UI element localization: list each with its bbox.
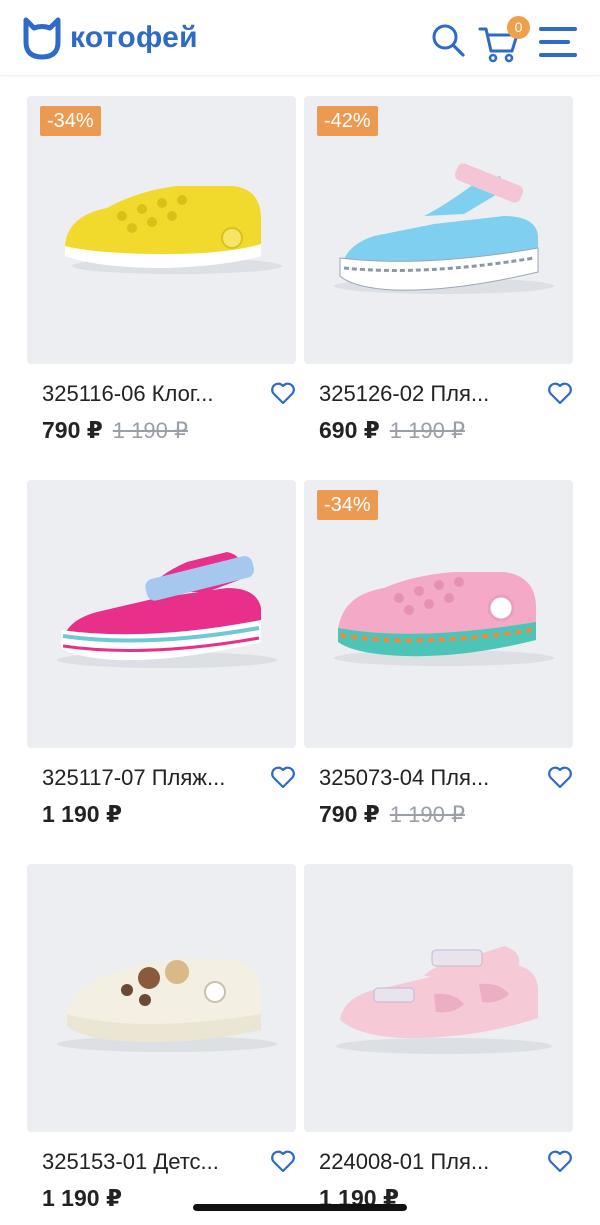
product-card[interactable]: 325153-01 Детс... 1 190 ₽ xyxy=(27,864,296,1225)
product-image[interactable]: -34% xyxy=(304,480,573,748)
heart-icon[interactable] xyxy=(269,1147,297,1175)
logo-cat-icon xyxy=(23,17,61,60)
old-price: 1 190 ₽ xyxy=(389,802,465,827)
heart-icon[interactable] xyxy=(546,763,574,791)
discount-badge: -34% xyxy=(317,490,378,520)
current-price: 790 ₽ xyxy=(319,801,380,827)
product-name[interactable]: 325153-01 Детс... xyxy=(42,1149,242,1175)
menu-icon[interactable] xyxy=(538,24,578,60)
pale-pink-sandal-image xyxy=(336,946,552,1054)
current-price: 1 190 ₽ xyxy=(42,801,122,827)
product-grid: -34% 325116-06 Клог... 790 ₽ 1 190 ₽ -42%… xyxy=(27,96,573,1225)
product-card[interactable]: -34% 325116-06 Клог... 790 ₽ 1 190 ₽ xyxy=(27,96,296,480)
product-name[interactable]: 325117-07 Пляж... xyxy=(42,765,242,791)
current-price: 1 190 ₽ xyxy=(42,1185,122,1211)
product-card[interactable]: -34% 325073-04 Пля... 790 ₽ 1 190 ₽ xyxy=(304,480,573,864)
heart-icon[interactable] xyxy=(546,1147,574,1175)
product-image[interactable] xyxy=(304,864,573,1132)
product-image[interactable] xyxy=(27,480,296,748)
product-image[interactable]: -42% xyxy=(304,96,573,364)
cart-count-badge: 0 xyxy=(507,16,530,39)
heart-icon[interactable] xyxy=(269,379,297,407)
heart-icon[interactable] xyxy=(269,763,297,791)
product-image[interactable] xyxy=(27,864,296,1132)
search-icon[interactable] xyxy=(430,22,468,60)
heart-icon[interactable] xyxy=(546,379,574,407)
yellow-clog-image xyxy=(65,186,282,274)
product-name[interactable]: 325126-02 Пля... xyxy=(319,381,519,407)
pink-sandal-image xyxy=(57,552,277,668)
cart-button[interactable]: 0 xyxy=(478,16,532,64)
light-pink-clog-image xyxy=(334,572,554,666)
home-indicator[interactable] xyxy=(193,1204,407,1211)
product-name[interactable]: 325116-06 Клог... xyxy=(42,381,242,407)
product-name[interactable]: 224008-01 Пля... xyxy=(319,1149,519,1175)
price-row: 1 190 ₽ xyxy=(42,801,122,828)
price-row: 1 190 ₽ xyxy=(42,1185,122,1212)
price-row: 790 ₽ 1 190 ₽ xyxy=(42,417,188,444)
price-row: 790 ₽ 1 190 ₽ xyxy=(319,801,465,828)
logo-text: котофей xyxy=(70,21,198,54)
product-name[interactable]: 325073-04 Пля... xyxy=(319,765,519,791)
current-price: 790 ₽ xyxy=(42,417,103,443)
product-image[interactable]: -34% xyxy=(27,96,296,364)
app-header: котофей 0 xyxy=(0,0,600,76)
old-price: 1 190 ₽ xyxy=(389,418,465,443)
discount-badge: -42% xyxy=(317,106,378,136)
product-card[interactable]: -42% 325126-02 Пля... 690 ₽ 1 190 ₽ xyxy=(304,96,573,480)
current-price: 690 ₽ xyxy=(319,417,380,443)
blue-sandal-image xyxy=(334,163,554,294)
white-clog-image xyxy=(57,958,277,1052)
price-row: 690 ₽ 1 190 ₽ xyxy=(319,417,465,444)
old-price: 1 190 ₽ xyxy=(112,418,188,443)
logo[interactable]: котофей xyxy=(22,16,198,60)
discount-badge: -34% xyxy=(40,106,101,136)
product-card[interactable]: 325117-07 Пляж... 1 190 ₽ xyxy=(27,480,296,864)
product-card[interactable]: 224008-01 Пля... 1 190 ₽ xyxy=(304,864,573,1225)
